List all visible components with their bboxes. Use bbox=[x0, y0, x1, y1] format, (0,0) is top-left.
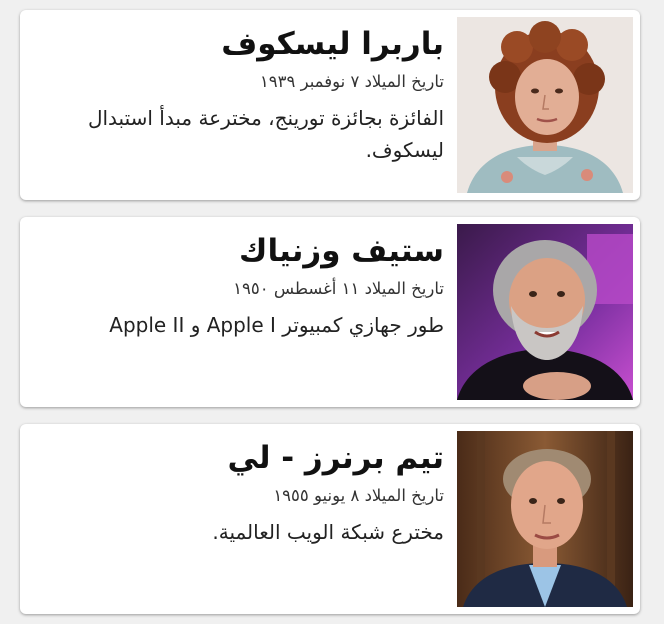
person-description: مخترع شبكة الويب العالمية. bbox=[212, 520, 444, 544]
portrait-barbara-liskov-icon bbox=[457, 17, 633, 193]
portrait-steve-wozniak-icon bbox=[457, 224, 633, 400]
person-photo bbox=[457, 17, 633, 193]
person-name: تيم برنرز - لي bbox=[227, 440, 444, 476]
person-birth-date: تاريخ الميلاد ٧ نوفمبر ١٩٣٩ bbox=[259, 72, 444, 91]
person-info: ستيف وزنياك تاريخ الميلاد ١١ أغسطس ١٩٥٠ … bbox=[34, 231, 444, 341]
person-card[interactable]: ستيف وزنياك تاريخ الميلاد ١١ أغسطس ١٩٥٠ … bbox=[20, 217, 640, 407]
person-photo bbox=[457, 431, 633, 607]
person-description: طور جهازي كمبيوتر Apple I و Apple II bbox=[109, 313, 444, 337]
person-info: تيم برنرز - لي تاريخ الميلاد ٨ يونيو ١٩٥… bbox=[34, 438, 444, 548]
person-birth-date: تاريخ الميلاد ٨ يونيو ١٩٥٥ bbox=[273, 486, 444, 505]
person-card[interactable]: باربرا ليسكوف تاريخ الميلاد ٧ نوفمبر ١٩٣… bbox=[20, 10, 640, 200]
person-card[interactable]: تيم برنرز - لي تاريخ الميلاد ٨ يونيو ١٩٥… bbox=[20, 424, 640, 614]
portrait-tim-berners-lee-icon bbox=[457, 431, 633, 607]
person-description: الفائزة بجائزة تورينج، مخترعة مبدأ استبد… bbox=[87, 106, 444, 162]
person-name: باربرا ليسكوف bbox=[221, 26, 444, 62]
person-info: باربرا ليسكوف تاريخ الميلاد ٧ نوفمبر ١٩٣… bbox=[34, 24, 444, 166]
people-card-list: باربرا ليسكوف تاريخ الميلاد ٧ نوفمبر ١٩٣… bbox=[0, 0, 664, 624]
person-name: ستيف وزنياك bbox=[239, 233, 444, 269]
person-photo bbox=[457, 224, 633, 400]
person-birth-date: تاريخ الميلاد ١١ أغسطس ١٩٥٠ bbox=[233, 279, 444, 298]
